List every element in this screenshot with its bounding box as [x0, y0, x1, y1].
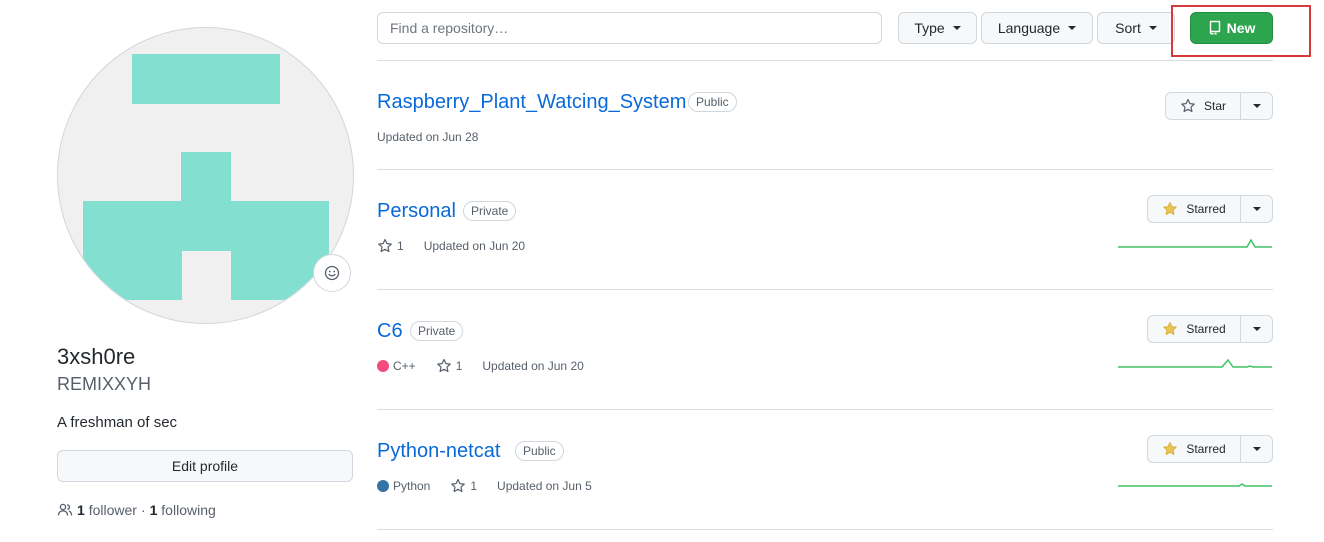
followers-label: follower — [88, 502, 137, 518]
profile-avatar-container — [57, 27, 354, 324]
star-button-group: Star — [1165, 92, 1273, 120]
repo-name-link[interactable]: C6 — [377, 318, 403, 344]
star-list-dropdown[interactable] — [1240, 196, 1272, 222]
star-list-dropdown[interactable] — [1240, 93, 1272, 119]
profile-username: REMIXXYH — [57, 374, 152, 394]
starred-label: Starred — [1186, 202, 1226, 216]
type-filter-button[interactable]: Type — [898, 12, 977, 44]
smiley-icon — [324, 265, 340, 281]
star-count: 1 — [455, 359, 463, 373]
repo-name-link[interactable]: Personal — [377, 198, 456, 224]
star-filled-icon — [1163, 202, 1178, 215]
stargazers-link[interactable]: 1 — [377, 237, 404, 255]
caret-down-icon — [952, 26, 961, 30]
updated-time: Updated on Jun 20 — [482, 359, 584, 373]
star-outline-icon — [378, 238, 392, 253]
type-filter-label: Type — [914, 20, 945, 36]
star-label: Star — [1203, 99, 1226, 113]
divider — [377, 169, 1273, 170]
star-outline-icon — [1181, 98, 1195, 113]
star-count: 1 — [470, 479, 478, 493]
starred-label: Starred — [1186, 442, 1226, 456]
divider — [377, 289, 1273, 290]
follow-stats: 1 follower · 1 following — [57, 500, 216, 520]
activity-sparkline — [1118, 358, 1272, 368]
repo-meta: C++ 1 Updated on Jun 20 — [377, 357, 604, 375]
sort-filter-label: Sort — [1115, 20, 1141, 36]
unstar-button[interactable]: Starred — [1148, 436, 1240, 462]
stargazers-link[interactable]: 1 — [436, 357, 463, 375]
repository-search-input[interactable] — [377, 12, 882, 44]
language-filter-button[interactable]: Language — [981, 12, 1093, 44]
identicon-pattern — [83, 54, 329, 300]
repo-name-link[interactable]: Python-netcat — [377, 438, 500, 464]
language-info: C++ — [377, 357, 416, 375]
people-icon — [57, 503, 73, 516]
annotation-highlight-box — [1171, 5, 1311, 57]
star-filled-icon — [1163, 322, 1178, 335]
star-outline-icon — [436, 358, 451, 373]
sort-filter-button[interactable]: Sort — [1097, 12, 1175, 44]
caret-down-icon — [1252, 447, 1261, 451]
language-name: Python — [393, 479, 431, 493]
repo-meta: Updated on Jun 28 — [377, 128, 498, 146]
caret-down-icon — [1252, 327, 1261, 331]
updated-time: Updated on Jun 20 — [423, 239, 526, 253]
updated-time: Updated on Jun 28 — [377, 130, 479, 144]
visibility-badge: Public — [515, 441, 564, 461]
following-label: following — [161, 502, 216, 518]
caret-down-icon — [1068, 26, 1077, 30]
updated-time: Updated on Jun 5 — [497, 479, 592, 493]
repo-meta: 1 Updated on Jun 20 — [377, 237, 545, 255]
caret-down-icon — [1252, 207, 1261, 211]
following-count: 1 — [149, 502, 158, 518]
language-info: Python — [377, 477, 430, 495]
visibility-badge: Private — [463, 201, 517, 221]
divider — [377, 529, 1273, 530]
visibility-badge: Private — [410, 321, 464, 341]
star-button-group: Starred — [1147, 435, 1273, 463]
star-list-dropdown[interactable] — [1240, 436, 1272, 462]
visibility-badge: Public — [688, 92, 737, 112]
caret-down-icon — [1148, 26, 1157, 30]
avatar[interactable] — [57, 27, 354, 324]
starred-label: Starred — [1186, 322, 1226, 336]
language-name: C++ — [393, 359, 416, 373]
star-button-group: Starred — [1147, 315, 1273, 343]
language-color-dot — [377, 480, 389, 492]
profile-full-name: 3xsh0re — [57, 344, 136, 369]
language-filter-label: Language — [997, 20, 1061, 36]
set-status-button[interactable] — [313, 254, 351, 292]
repo-name-link[interactable]: Raspberry_Plant_Watcing_System — [377, 89, 686, 115]
star-list-dropdown[interactable] — [1240, 316, 1272, 342]
activity-sparkline — [1118, 483, 1272, 487]
divider — [377, 409, 1273, 410]
star-button[interactable]: Star — [1166, 93, 1240, 119]
star-outline-icon — [451, 478, 466, 493]
activity-sparkline — [1118, 238, 1272, 248]
unstar-button[interactable]: Starred — [1148, 316, 1240, 342]
stargazers-link[interactable]: 1 — [450, 477, 477, 495]
repo-meta: Python 1 Updated on Jun 5 — [377, 477, 612, 495]
star-filled-icon — [1163, 442, 1178, 455]
star-button-group: Starred — [1147, 195, 1273, 223]
language-color-dot — [377, 360, 389, 372]
followers-link[interactable]: 1 follower — [77, 500, 137, 520]
follow-separator: · — [140, 502, 146, 518]
edit-profile-button[interactable]: Edit profile — [57, 450, 353, 482]
divider — [377, 60, 1273, 61]
followers-count: 1 — [77, 502, 85, 518]
caret-down-icon — [1252, 104, 1261, 108]
following-link[interactable]: 1 following — [150, 500, 216, 520]
profile-bio: A freshman of sec — [57, 414, 178, 431]
star-count: 1 — [397, 239, 404, 253]
unstar-button[interactable]: Starred — [1148, 196, 1240, 222]
